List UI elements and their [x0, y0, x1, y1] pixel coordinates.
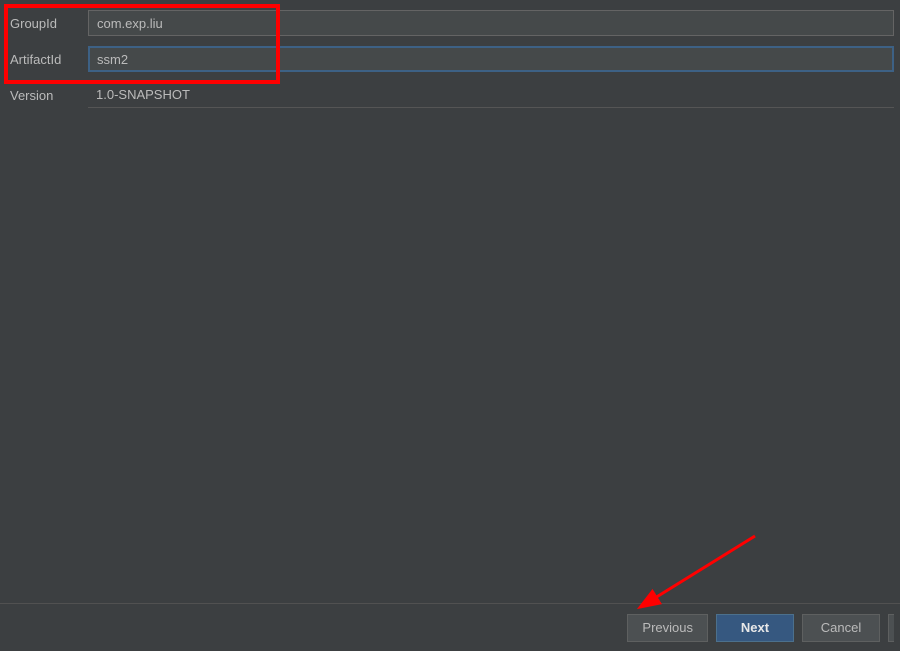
- artifactid-input[interactable]: [88, 46, 894, 72]
- artifactid-label: ArtifactId: [0, 52, 88, 67]
- form-area: GroupId ArtifactId Version 1.0-SNAPSHOT: [0, 0, 900, 110]
- artifactid-row: ArtifactId: [0, 44, 900, 74]
- artifactid-input-wrap: [88, 46, 894, 72]
- next-button[interactable]: Next: [716, 614, 794, 642]
- groupid-label: GroupId: [0, 16, 88, 31]
- help-button-edge[interactable]: [888, 614, 894, 642]
- groupid-input-wrap: [88, 10, 894, 36]
- cancel-button[interactable]: Cancel: [802, 614, 880, 642]
- version-row: Version 1.0-SNAPSHOT: [0, 80, 900, 110]
- version-label: Version: [0, 88, 88, 103]
- groupid-row: GroupId: [0, 8, 900, 38]
- groupid-input[interactable]: [88, 10, 894, 36]
- wizard-footer: Previous Next Cancel: [0, 603, 900, 651]
- previous-button[interactable]: Previous: [627, 614, 708, 642]
- version-input[interactable]: 1.0-SNAPSHOT: [88, 82, 894, 108]
- version-input-wrap: 1.0-SNAPSHOT: [88, 82, 894, 108]
